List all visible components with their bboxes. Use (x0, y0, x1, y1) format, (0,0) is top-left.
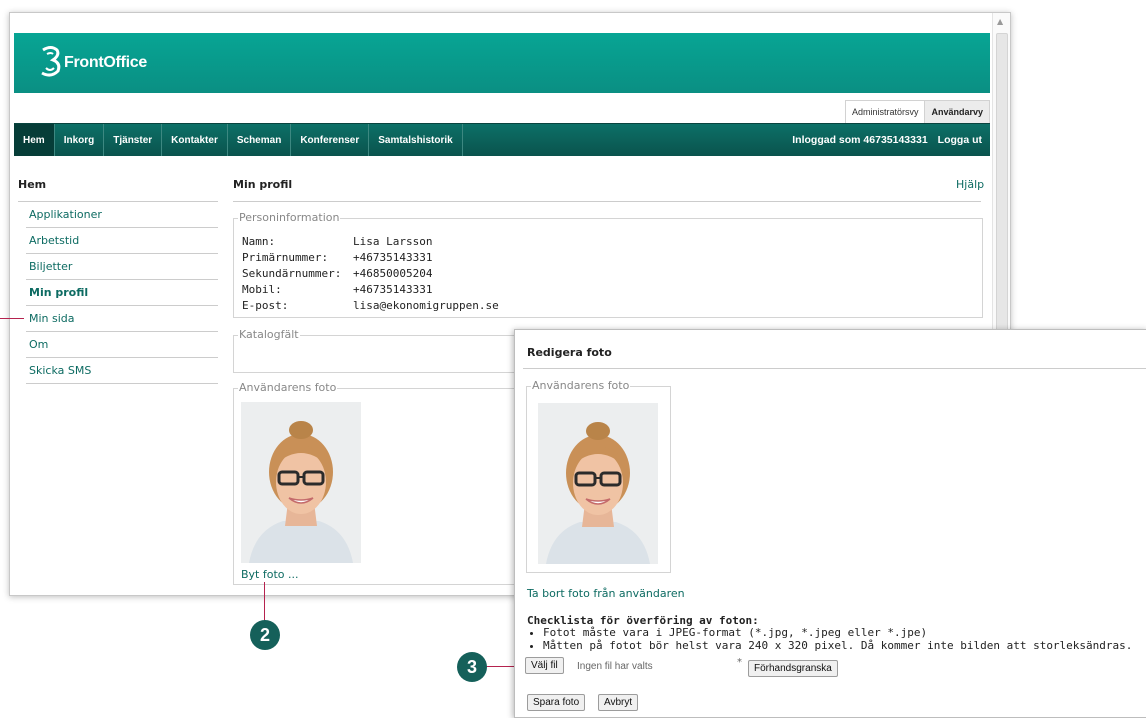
email-value: lisa@ekonomigruppen.se (353, 299, 499, 312)
nav-scheman[interactable]: Scheman (228, 124, 292, 156)
sidebar-item-om[interactable]: Om (26, 332, 218, 358)
user-view-tab[interactable]: Användarvy (925, 101, 989, 123)
sidebar-menu: Applikationer Arbetstid Biljetter Min pr… (26, 202, 218, 384)
choose-file-button[interactable]: Välj fil (525, 657, 564, 674)
nav-tjanster[interactable]: Tjänster (104, 124, 163, 156)
sidebar-item-applikationer[interactable]: Applikationer (26, 202, 218, 228)
title-divider (233, 201, 981, 202)
scroll-up-icon[interactable]: ▲ (997, 17, 1003, 26)
nav-konferenser[interactable]: Konferenser (291, 124, 370, 156)
dialog-photo-fieldset: Användarens foto (526, 379, 671, 573)
person-info-legend: Personinformation (238, 211, 341, 224)
primary-number-label: Primärnummer: (242, 251, 329, 264)
save-photo-button[interactable]: Spara foto (527, 694, 586, 711)
primary-number-value: +46735143331 (353, 251, 433, 264)
file-status-text: Ingen fil har valts (577, 661, 653, 672)
nav-kontakter[interactable]: Kontakter (162, 124, 228, 156)
user-photo-fieldset: Användarens foto Byt foto ... (233, 381, 518, 585)
scroll-thumb[interactable] (996, 33, 1008, 335)
callout-pointer-1 (0, 318, 24, 319)
name-value: Lisa Larsson (353, 235, 433, 248)
dialog-divider (523, 368, 1146, 369)
callout-badge-2: 2 (250, 620, 280, 650)
dialog-photo-legend: Användarens foto (531, 379, 631, 392)
person-info-fieldset: Personinformation Namn: Lisa Larsson Prim… (233, 211, 983, 318)
change-photo-link[interactable]: Byt foto ... (241, 568, 299, 581)
logo-text: FrontOffice (64, 54, 147, 71)
sidebar-item-skicka-sms[interactable]: Skicka SMS (26, 358, 218, 384)
edit-photo-dialog: Redigera foto Användarens foto Ta bort f… (514, 329, 1146, 718)
three-logo-icon (41, 46, 61, 77)
sidebar-item-arbetstid[interactable]: Arbetstid (26, 228, 218, 254)
nav-inkorg[interactable]: Inkorg (55, 124, 105, 156)
sidebar-item-min-profil[interactable]: Min profil (26, 280, 218, 306)
nav-hem[interactable]: Hem (14, 124, 55, 156)
catalog-legend: Katalogfält (238, 328, 300, 341)
preview-button[interactable]: Förhandsgranska (748, 660, 838, 677)
mobile-label: Mobil: (242, 283, 282, 296)
admin-view-tab[interactable]: Administratörsvy (845, 101, 926, 123)
user-photo (241, 402, 361, 563)
secondary-number-label: Sekundärnummer: (242, 267, 342, 280)
sidebar-title: Hem (18, 178, 47, 191)
callout-badge-3: 3 (457, 652, 487, 682)
help-link[interactable]: Hjälp (956, 178, 984, 191)
cancel-button[interactable]: Avbryt (598, 694, 639, 711)
mobile-value: +46735143331 (353, 283, 433, 296)
logout-link[interactable]: Logga ut (938, 134, 982, 146)
callout-pointer-2 (264, 582, 265, 622)
sidebar-item-min-sida[interactable]: Min sida (26, 306, 218, 332)
remove-photo-link[interactable]: Ta bort foto från användaren (527, 587, 685, 600)
person-info-table: Namn: Lisa Larsson Primärnummer: +46735143… (242, 234, 499, 314)
sidebar-item-biljetter[interactable]: Biljetter (26, 254, 218, 280)
secondary-number-value: +46850005204 (353, 267, 433, 280)
logged-in-label: Inloggad som 46735143331 (792, 134, 928, 146)
main-navbar: Hem Inkorg Tjänster Kontakter Scheman Ko… (14, 123, 990, 156)
required-asterisk: * (737, 657, 742, 668)
user-photo-legend: Användarens foto (238, 381, 338, 394)
view-switch: Administratörsvy Användarvy (844, 100, 990, 123)
name-label: Namn: (242, 235, 276, 248)
dialog-photo (538, 403, 658, 564)
checklist-item: Fotot måste vara i JPEG-format (*.jpg, *… (543, 626, 1132, 639)
checklist: Fotot måste vara i JPEG-format (*.jpg, *… (529, 626, 1132, 652)
page-title: Min profil (233, 178, 293, 191)
nav-samtalshistorik[interactable]: Samtalshistorik (369, 124, 463, 156)
email-label: E-post: (242, 299, 289, 312)
dialog-title: Redigera foto (527, 346, 612, 359)
header-banner: FrontOffice (14, 33, 990, 93)
checklist-item: Måtten på fotot bör helst vara 240 x 320… (543, 639, 1132, 652)
